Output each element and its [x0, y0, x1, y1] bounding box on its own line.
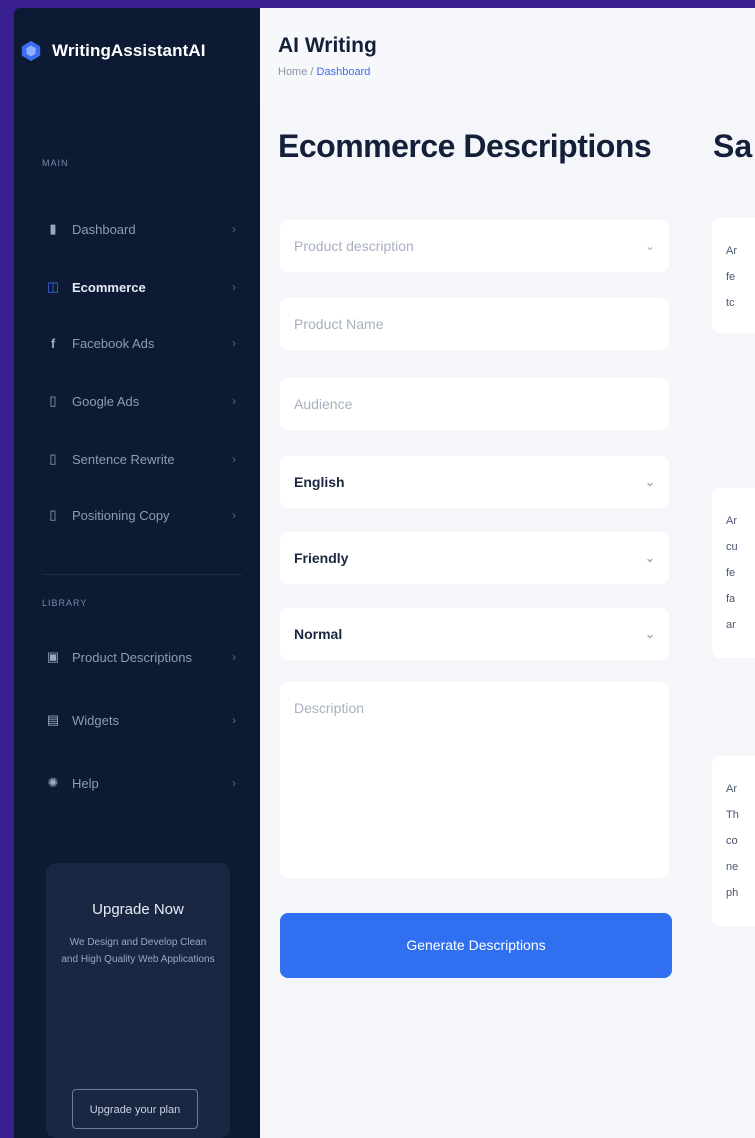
- chevron-right-icon: ›: [232, 222, 236, 236]
- sample-line: fa: [726, 593, 736, 605]
- page-header-title: AI Writing: [278, 34, 377, 57]
- sample-line: fe: [726, 567, 736, 579]
- sidebar-item-label: Help: [72, 775, 99, 791]
- sidebar-item-widgets[interactable]: ▤ Widgets ›: [44, 703, 244, 737]
- sidebar-item-facebook-ads[interactable]: f Facebook Ads ›: [44, 326, 244, 360]
- sample-line: Ar: [726, 783, 737, 795]
- tone-select[interactable]: Friendly ⌄: [280, 532, 669, 584]
- brand[interactable]: WritingAssistantAI: [14, 8, 260, 66]
- samples-title: Sa: [713, 128, 753, 164]
- sample-line: Th: [726, 809, 739, 821]
- chevron-right-icon: ›: [232, 394, 236, 408]
- sample-line: cu: [726, 541, 738, 553]
- sidebar-item-positioning-copy[interactable]: ▯ Positioning Copy ›: [44, 498, 244, 532]
- sidebar-item-label: Ecommerce: [72, 279, 146, 295]
- upgrade-plan-button[interactable]: Upgrade your plan: [72, 1089, 198, 1129]
- upgrade-card: Upgrade Now We Design and Develop Clean …: [46, 863, 230, 1138]
- product-name-input[interactable]: Product Name: [280, 298, 669, 350]
- sidebar-item-label: Product Descriptions: [72, 649, 192, 665]
- audience-placeholder: Audience: [294, 396, 353, 412]
- google-icon: ▯: [49, 393, 57, 408]
- form-title: Ecommerce Descriptions: [278, 128, 652, 164]
- sample-line: co: [726, 835, 738, 847]
- language-select[interactable]: English ⌄: [280, 456, 669, 508]
- length-select[interactable]: Normal ⌄: [280, 608, 669, 660]
- breadcrumb-separator: /: [310, 66, 314, 78]
- chevron-right-icon: ›: [232, 713, 236, 727]
- sample-line: ne: [726, 861, 739, 873]
- box-icon: ▣: [46, 649, 60, 664]
- sidebar-item-label: Positioning Copy: [72, 507, 170, 523]
- breadcrumb-home[interactable]: Home: [278, 66, 307, 78]
- sample-line: Ar: [726, 515, 737, 527]
- chevron-down-icon: ⌄: [644, 627, 655, 641]
- brand-logo-icon: [21, 40, 41, 62]
- chevron-right-icon: ›: [232, 650, 236, 664]
- upgrade-description: We Design and Develop Clean and High Qua…: [61, 937, 215, 965]
- sample-card: Ar cu fe fa ar: [712, 488, 755, 658]
- sample-line: ph: [726, 887, 739, 899]
- sample-line: Ar: [726, 245, 737, 257]
- main-content: AI Writing Home / Dashboard Ecommerce De…: [260, 8, 755, 1138]
- chevron-right-icon: ›: [232, 776, 236, 790]
- description-textarea[interactable]: Description: [280, 682, 669, 878]
- sidebar-item-google-ads[interactable]: ▯ Google Ads ›: [44, 384, 244, 418]
- document-icon: ▯: [49, 507, 57, 522]
- top-bar: AI Writing Home / Dashboard: [260, 8, 755, 104]
- sidebar-item-label: Sentence Rewrite: [72, 451, 175, 467]
- sidebar-item-label: Widgets: [72, 712, 119, 728]
- sidebar-item-sentence-rewrite[interactable]: ▯ Sentence Rewrite ›: [44, 442, 244, 476]
- chevron-right-icon: ›: [232, 280, 236, 294]
- sidebar-item-label: Facebook Ads: [72, 335, 155, 351]
- brand-name: WritingAssistantAI: [52, 41, 206, 60]
- sidebar: WritingAssistantAI MAIN ▮ Dashboard › ◫ …: [14, 8, 260, 1138]
- product-name-placeholder: Product Name: [294, 316, 384, 332]
- chevron-right-icon: ›: [232, 452, 236, 466]
- widget-icon: ▤: [46, 712, 60, 727]
- app-frame: WritingAssistantAI MAIN ▮ Dashboard › ◫ …: [14, 8, 755, 1138]
- rewrite-icon: ▯: [49, 451, 57, 466]
- audience-input[interactable]: Audience: [280, 378, 669, 430]
- generate-descriptions-button[interactable]: Generate Descriptions: [280, 913, 672, 978]
- shopping-bag-icon: ◫: [46, 279, 60, 294]
- language-value: English: [294, 474, 345, 490]
- tone-value: Friendly: [294, 550, 349, 566]
- sidebar-item-product-descriptions[interactable]: ▣ Product Descriptions ›: [44, 640, 244, 674]
- chevron-down-icon: ⌄: [644, 239, 655, 253]
- sample-line: tc: [726, 297, 735, 309]
- chevron-down-icon: ⌄: [644, 475, 655, 489]
- sample-card: Ar Th co ne ph: [712, 756, 755, 926]
- upgrade-title: Upgrade Now: [92, 901, 184, 918]
- bar-chart-icon: ▮: [49, 221, 57, 236]
- sample-line: fe: [726, 271, 736, 283]
- chevron-right-icon: ›: [232, 508, 236, 522]
- section-label-main: MAIN: [42, 158, 69, 168]
- sidebar-item-help[interactable]: ✺ Help ›: [44, 766, 244, 800]
- description-placeholder: Description: [294, 700, 365, 716]
- breadcrumb: Home / Dashboard: [278, 66, 370, 78]
- help-icon: ✺: [47, 775, 59, 790]
- sidebar-item-label: Google Ads: [72, 393, 140, 409]
- sidebar-item-ecommerce[interactable]: ◫ Ecommerce ›: [44, 270, 244, 304]
- sample-line: ar: [726, 619, 736, 631]
- sidebar-item-dashboard[interactable]: ▮ Dashboard ›: [44, 212, 244, 246]
- product-description-placeholder: Product description: [294, 238, 414, 254]
- sidebar-item-label: Dashboard: [72, 221, 136, 237]
- section-label-library: LIBRARY: [42, 598, 88, 608]
- breadcrumb-current: Dashboard: [316, 66, 371, 78]
- sidebar-divider: [42, 574, 242, 575]
- product-description-select[interactable]: Product description ⌄: [280, 220, 669, 272]
- chevron-right-icon: ›: [232, 336, 236, 350]
- facebook-icon: f: [50, 335, 56, 351]
- sample-card: Ar fe tc: [712, 218, 755, 333]
- length-value: Normal: [294, 626, 343, 642]
- chevron-down-icon: ⌄: [644, 551, 655, 565]
